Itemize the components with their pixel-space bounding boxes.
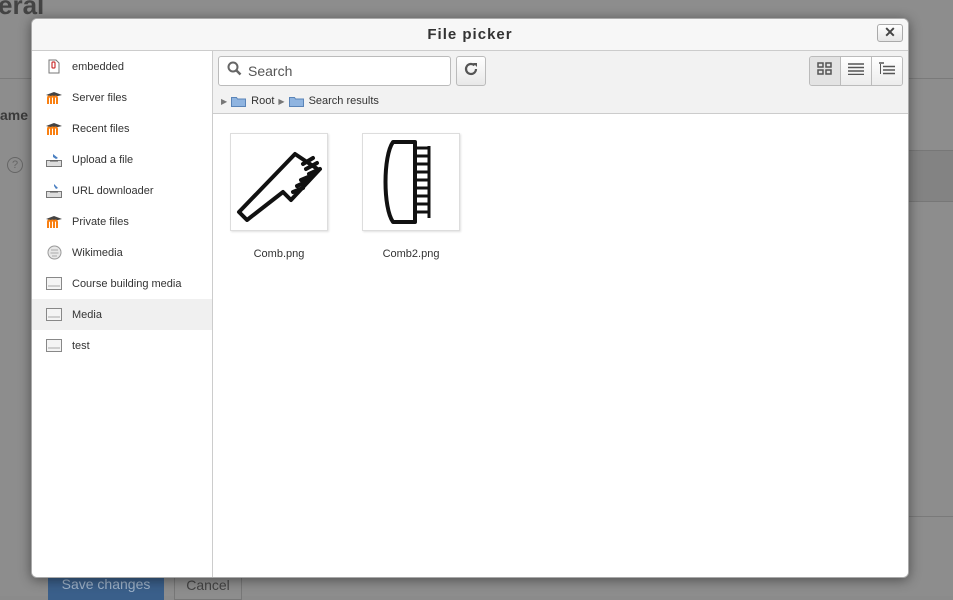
repository-item-url-downloader[interactable]: URL downloader: [32, 175, 212, 206]
view-list-button[interactable]: [840, 57, 871, 85]
repository-label: Server files: [72, 91, 128, 104]
repository-label: Private files: [72, 215, 129, 228]
form-field-band: [905, 150, 953, 202]
comb-image-icon: [237, 152, 322, 222]
breadcrumb-arrow-icon: ▶: [221, 96, 228, 106]
refresh-button[interactable]: [456, 56, 486, 86]
repository-item-upload[interactable]: Upload a file: [32, 144, 212, 175]
repository-item-recent-files[interactable]: Recent files: [32, 113, 212, 144]
search-input[interactable]: [246, 62, 440, 80]
view-tree-button[interactable]: [871, 57, 902, 85]
repository-item-course-building-media[interactable]: Course building media: [32, 268, 212, 299]
dialog-header: File picker ✕: [32, 19, 908, 51]
repository-item-media[interactable]: Media: [32, 299, 212, 330]
repository-icon: [46, 338, 62, 354]
close-icon: ✕: [884, 24, 896, 40]
repository-label: URL downloader: [72, 184, 154, 197]
toolbar: ▶ Root ▶ Search results: [213, 51, 908, 114]
comb-image-icon: [383, 140, 431, 224]
repository-label: Wikimedia: [72, 246, 123, 259]
view-icons-button[interactable]: [810, 57, 840, 85]
upload-icon: [46, 152, 62, 168]
divider: [905, 516, 953, 517]
close-button[interactable]: ✕: [877, 24, 903, 42]
repository-label: Course building media: [72, 277, 182, 290]
file-thumbnail: [230, 133, 328, 231]
tree-view-icon: [879, 62, 895, 80]
repository-item-private-files[interactable]: Private files: [32, 206, 212, 237]
file-grid: Comb.png Comb2.png: [230, 133, 494, 260]
moodle-m-icon: [46, 121, 62, 137]
breadcrumb-item-search-results[interactable]: Search results: [288, 95, 379, 107]
file-item[interactable]: Comb.png: [230, 133, 362, 260]
breadcrumb-label: Root: [251, 95, 275, 107]
embedded-file-icon: [46, 59, 62, 75]
repository-item-server-files[interactable]: Server files: [32, 82, 212, 113]
repository-icon: [46, 276, 62, 292]
icons-view-icon: [817, 61, 833, 81]
file-thumbnail: [362, 133, 460, 231]
file-browser: ▶ Root ▶ Search results: [213, 51, 908, 577]
repository-list: embedded Server files Recent files Uploa…: [32, 51, 213, 577]
moodle-m-icon: [46, 90, 62, 106]
moodle-m-icon: [46, 214, 62, 230]
repository-label: test: [72, 339, 90, 352]
file-item[interactable]: Comb2.png: [362, 133, 494, 260]
breadcrumb-label: Search results: [308, 95, 379, 107]
repository-label: Media: [72, 308, 102, 321]
refresh-icon: [463, 61, 479, 82]
repository-label: embedded: [72, 60, 124, 73]
search-box[interactable]: [218, 56, 451, 86]
search-icon: [227, 61, 242, 81]
folder-icon: [231, 96, 247, 107]
field-label: ame: [0, 107, 29, 123]
repository-label: Recent files: [72, 122, 130, 135]
view-switcher: [809, 56, 903, 86]
dialog-title: File picker: [427, 26, 513, 43]
repository-item-wikimedia[interactable]: Wikimedia: [32, 237, 212, 268]
file-picker-dialog: File picker ✕ embedded Server files Rece…: [31, 18, 909, 578]
list-view-icon: [848, 62, 864, 80]
help-icon: ?: [7, 157, 23, 173]
breadcrumb: ▶ Root ▶ Search results: [217, 95, 379, 107]
repository-icon: [46, 307, 62, 323]
repository-label: Upload a file: [72, 153, 134, 166]
breadcrumb-item-root[interactable]: Root: [231, 95, 274, 107]
wikimedia-icon: [46, 245, 62, 261]
repository-item-test[interactable]: test: [32, 330, 212, 361]
folder-icon: [288, 96, 304, 107]
file-name: Comb.png: [253, 248, 305, 260]
file-name: Comb2.png: [382, 248, 440, 260]
repository-item-embedded[interactable]: embedded: [32, 51, 212, 82]
url-download-icon: [46, 183, 62, 199]
breadcrumb-arrow-icon: ▶: [278, 96, 285, 106]
